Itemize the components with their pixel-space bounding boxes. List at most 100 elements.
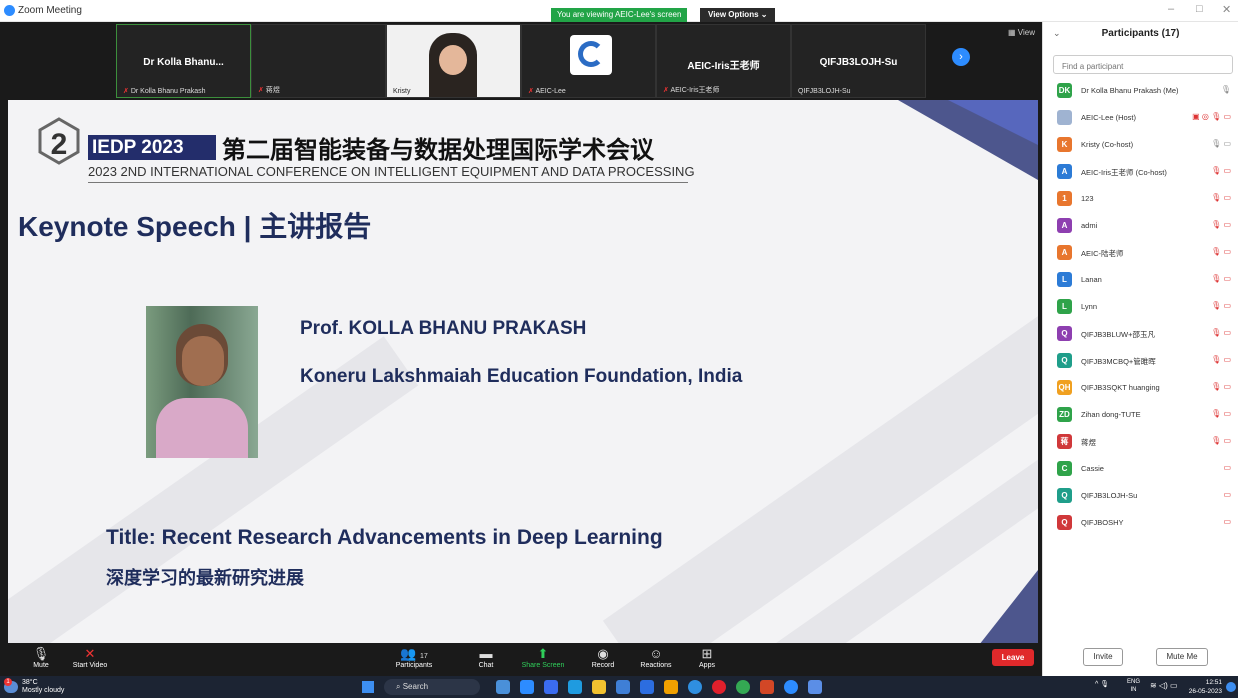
minimize-icon[interactable]: –: [1168, 3, 1174, 15]
notification-icon[interactable]: [1226, 682, 1236, 692]
chat-button[interactable]: ▬ Chat: [472, 645, 500, 669]
mic-video-status-icon: ▭: [1223, 463, 1231, 472]
avatar: ZD: [1057, 407, 1072, 422]
chat-icon: ▬: [479, 646, 493, 661]
participant-row[interactable]: A AEIC-Iris王老师 (Co-host) 🎙 ▭: [1053, 159, 1238, 185]
participant-row[interactable]: Q QIFJB3MCBQ+管雎晖 🎙 ▭: [1053, 348, 1238, 374]
windows-start-icon[interactable]: [362, 681, 374, 693]
taskbar-search[interactable]: ⌕ Search: [384, 679, 480, 695]
tile-name: QIFJB3LOJH-Su: [819, 57, 898, 68]
edge-icon[interactable]: [568, 680, 582, 694]
participant-row[interactable]: ZD Zihan dong-TUTE 🎙 ▭: [1053, 402, 1238, 428]
share-screen-button[interactable]: ⬆ Share Screen: [520, 645, 566, 669]
participant-name: QIFJB3LOJH-Su: [1081, 491, 1138, 500]
weather-widget[interactable]: 38°C Mostly cloudy: [22, 679, 64, 695]
video-tile[interactable]: ✗ AEIC-Lee: [521, 24, 656, 98]
mic-video-status-icon: 🎙 ▭: [1211, 382, 1231, 391]
aeic-logo-icon: [570, 35, 612, 75]
participant-row[interactable]: Q QIFJB3BLUW+邵玉凡 🎙 ▭: [1053, 321, 1238, 347]
participant-name: Lynn: [1081, 302, 1097, 311]
video-off-icon: ✕: [84, 646, 96, 661]
video-tile[interactable]: Dr Kolla Bhanu... ✗ Dr Kolla Bhanu Praka…: [116, 24, 251, 98]
apps-button[interactable]: ⊞ Apps: [692, 645, 722, 669]
powerpoint-icon[interactable]: [760, 680, 774, 694]
panel-title: Participants (17): [1101, 28, 1180, 39]
zoom-app-icon[interactable]: [520, 680, 534, 694]
badge-block: [186, 135, 216, 160]
language-indicator[interactable]: ENG IN: [1127, 678, 1140, 694]
participant-row[interactable]: AEIC-Lee (Host) ▣ ◎ 🎙 ▭: [1053, 105, 1238, 131]
mic-video-status-icon: 🎙: [1220, 85, 1231, 94]
system-tray[interactable]: ^ 🎙: [1095, 680, 1109, 688]
gallery-next-icon[interactable]: ›: [952, 48, 970, 66]
avatar: A: [1057, 245, 1072, 260]
participant-name: AEIC-Iris王老师 (Co-host): [1081, 168, 1167, 177]
reactions-button[interactable]: ☺ Reactions: [636, 645, 676, 669]
clock[interactable]: 12:51 26-05-2023: [1180, 678, 1222, 696]
participant-row[interactable]: 1 123 🎙 ▭: [1053, 186, 1238, 212]
taskbar-app-icon[interactable]: [544, 680, 558, 694]
zoom-app-icon[interactable]: [784, 680, 798, 694]
conference-title-en: 2023 2ND INTERNATIONAL CONFERENCE ON INT…: [88, 164, 695, 179]
video-tile[interactable]: ✗ 蒋煜: [251, 24, 386, 98]
participant-row[interactable]: L Lynn 🎙 ▭: [1053, 294, 1238, 320]
mic-video-status-icon: 🎙 ▭: [1211, 436, 1231, 445]
video-tile[interactable]: QIFJB3LOJH-Su QIFJB3LOJH-Su: [791, 24, 926, 98]
view-button[interactable]: ▦ View: [1008, 28, 1035, 37]
opera-icon[interactable]: [712, 680, 726, 694]
taskbar-app-icon[interactable]: [664, 680, 678, 694]
store-icon[interactable]: [616, 680, 630, 694]
mic-video-status-icon: ▭: [1223, 517, 1231, 526]
mic-video-status-icon: 🎙 ▭: [1211, 301, 1231, 310]
participant-row[interactable]: A AEIC-陆老师 🎙 ▭: [1053, 240, 1238, 266]
participant-name: AEIC-陆老师: [1081, 249, 1124, 258]
mic-video-status-icon: 🎙 ▭: [1211, 409, 1231, 418]
participant-name: Dr Kolla Bhanu Prakash (Me): [1081, 86, 1179, 95]
mic-video-status-icon: 🎙 ▭: [1211, 328, 1231, 337]
view-options-button[interactable]: View Options ⌄: [700, 8, 776, 22]
avatar: Q: [1057, 488, 1072, 503]
leave-button[interactable]: Leave: [992, 649, 1034, 666]
participant-row[interactable]: Q QIFJBOSHY ▭: [1053, 510, 1238, 536]
participant-row[interactable]: Q QIFJB3LOJH-Su ▭: [1053, 483, 1238, 509]
participant-row[interactable]: Aadmi 🎙 ▭: [1053, 213, 1238, 239]
participant-row[interactable]: L Lanan 🎙 ▭: [1053, 267, 1238, 293]
participants-button[interactable]: 👥 17 Participants: [390, 645, 438, 669]
chrome-icon[interactable]: [736, 680, 750, 694]
microphone-icon: 🎙: [32, 646, 50, 661]
mic-video-status-icon: 🎙 ▭: [1211, 220, 1231, 229]
mute-me-button[interactable]: Mute Me: [1156, 648, 1208, 666]
mail-icon[interactable]: [640, 680, 654, 694]
participant-row[interactable]: DK Dr Kolla Bhanu Prakash (Me) 🎙: [1053, 78, 1238, 104]
video-tile[interactable]: AEIC-Iris王老师 ✗ AEIC-Iris王老师: [656, 24, 791, 98]
viewing-banner: You are viewing AEIC-Lee's screen: [551, 8, 688, 22]
muted-mic-icon: ✗: [123, 88, 129, 95]
participant-row[interactable]: C Cassie ▭: [1053, 456, 1238, 482]
mic-video-status-icon: 🎙 ▭: [1211, 247, 1231, 256]
close-icon[interactable]: ✕: [1222, 3, 1231, 16]
taskbar-app-icon[interactable]: [688, 680, 702, 694]
avatar: [1057, 110, 1072, 125]
taskbar-app-icon[interactable]: [496, 680, 510, 694]
avatar: 1: [1057, 191, 1072, 206]
taskbar-app-icon[interactable]: [808, 680, 822, 694]
invite-button[interactable]: Invite: [1083, 648, 1123, 666]
mic-video-status-icon: 🎙 ▭: [1211, 274, 1231, 283]
app-title: Zoom Meeting: [18, 5, 82, 16]
apps-icon: ⊞: [701, 646, 713, 661]
participant-row[interactable]: QH QIFJB3SQKT huanging 🎙 ▭: [1053, 375, 1238, 401]
participant-name: AEIC-Lee (Host): [1081, 113, 1137, 122]
start-video-button[interactable]: ✕ Start Video: [70, 645, 110, 669]
record-button[interactable]: ◉ Record: [586, 645, 620, 669]
search-input[interactable]: [1053, 55, 1233, 74]
video-tile[interactable]: Kristy: [386, 24, 521, 98]
participant-row[interactable]: K Kristy (Co-host) 🎙 ▭: [1053, 132, 1238, 158]
speaker-institution: Koneru Lakshmaiah Education Foundation, …: [300, 366, 743, 387]
network-volume-battery-icons[interactable]: ≋ ◁) ▭: [1150, 681, 1178, 690]
participant-row[interactable]: 蒋蒋煜 🎙 ▭: [1053, 429, 1238, 455]
record-icon: ◉: [597, 646, 609, 661]
maximize-icon[interactable]: □: [1196, 3, 1203, 15]
file-explorer-icon[interactable]: [592, 680, 606, 694]
mute-button[interactable]: 🎙 Mute: [26, 645, 56, 669]
share-screen-icon: ⬆: [537, 646, 549, 661]
